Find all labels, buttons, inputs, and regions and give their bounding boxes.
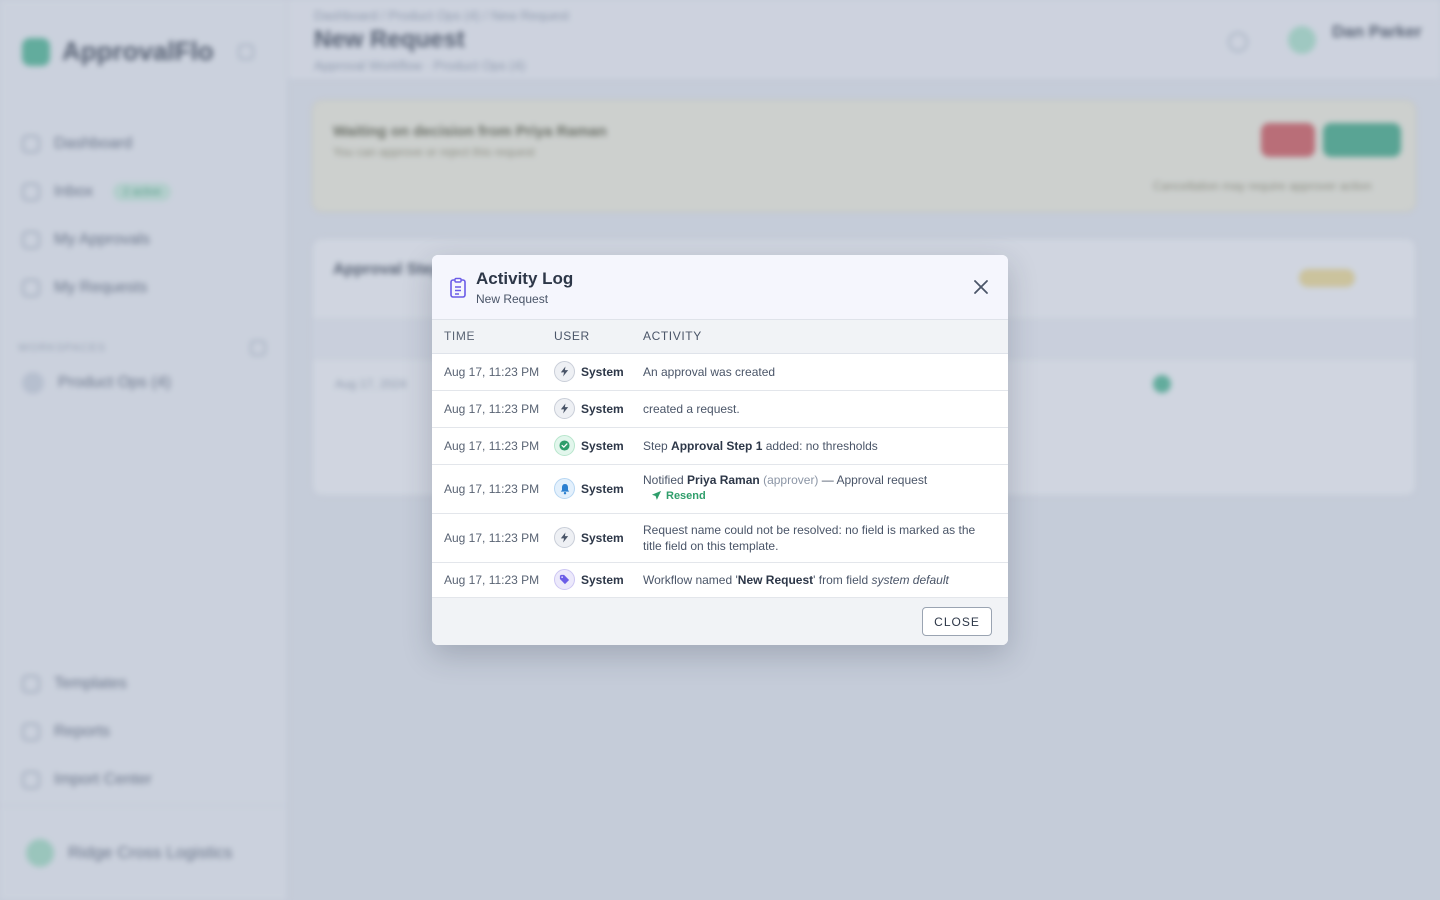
table-row: Aug 17, 11:23 PM System Workflow named '… [432, 562, 1008, 598]
close-button[interactable]: CLOSE [922, 607, 992, 636]
close-icon[interactable] [972, 278, 990, 296]
activity-cell: Notified Priya Raman (approver) — Approv… [643, 464, 1008, 514]
time-cell: Aug 17, 11:23 PM [432, 390, 554, 428]
user-name: System [581, 572, 624, 587]
table-row: Aug 17, 11:23 PM System Request name cou… [432, 513, 1008, 563]
activity-cell: Step Approval Step 1 added: no threshold… [643, 427, 1008, 465]
table-header-row: TIME USER ACTIVITY [432, 320, 1008, 354]
column-header-time: TIME [432, 320, 554, 354]
modal-title: Activity Log [476, 269, 574, 288]
modal-header: Activity Log New Request [432, 255, 1008, 320]
bolt-icon [554, 527, 575, 548]
time-cell: Aug 17, 11:23 PM [432, 427, 554, 465]
user-cell: System [554, 390, 643, 428]
tag-icon [554, 569, 575, 590]
user-cell: System [554, 464, 643, 514]
modal-footer: CLOSE [432, 598, 1008, 645]
modal-subtitle: New Request [476, 292, 549, 306]
time-cell: Aug 17, 11:23 PM [432, 353, 554, 391]
activity-cell: created a request. [643, 390, 1008, 428]
activity-cell: Request name could not be resolved: no f… [643, 513, 1008, 563]
user-name: System [581, 530, 624, 545]
bell-icon [554, 478, 575, 499]
activity-log-modal: Activity Log New Request TIME USER ACTIV… [432, 255, 1008, 645]
user-name: System [581, 364, 624, 379]
time-cell: Aug 17, 11:23 PM [432, 513, 554, 563]
user-cell: System [554, 353, 643, 391]
activity-cell: An approval was created [643, 353, 1008, 391]
time-cell: Aug 17, 11:23 PM [432, 464, 554, 514]
column-header-user: USER [554, 320, 643, 354]
user-cell: System [554, 513, 643, 563]
bolt-icon [554, 361, 575, 382]
user-name: System [581, 401, 624, 416]
table-row: Aug 17, 11:23 PM System Notified Priya R… [432, 464, 1008, 514]
clipboard-icon [450, 277, 466, 298]
activity-table: TIME USER ACTIVITY Aug 17, 11:23 PM Syst… [432, 320, 1008, 598]
user-name: System [581, 438, 624, 453]
column-header-activity: ACTIVITY [643, 320, 1008, 354]
resend-link[interactable]: Resend [651, 488, 706, 504]
bolt-icon [554, 398, 575, 419]
table-row: Aug 17, 11:23 PM System created a reques… [432, 390, 1008, 428]
table-row: Aug 17, 11:23 PM System An approval was … [432, 353, 1008, 391]
activity-cell: Workflow named 'New Request' from field … [643, 562, 1008, 598]
table-row: Aug 17, 11:23 PM System Step Approval St… [432, 427, 1008, 465]
user-name: System [581, 481, 624, 496]
user-cell: System [554, 562, 643, 598]
user-cell: System [554, 427, 643, 465]
time-cell: Aug 17, 11:23 PM [432, 562, 554, 598]
send-icon [651, 491, 662, 501]
check-circle-icon [554, 435, 575, 456]
